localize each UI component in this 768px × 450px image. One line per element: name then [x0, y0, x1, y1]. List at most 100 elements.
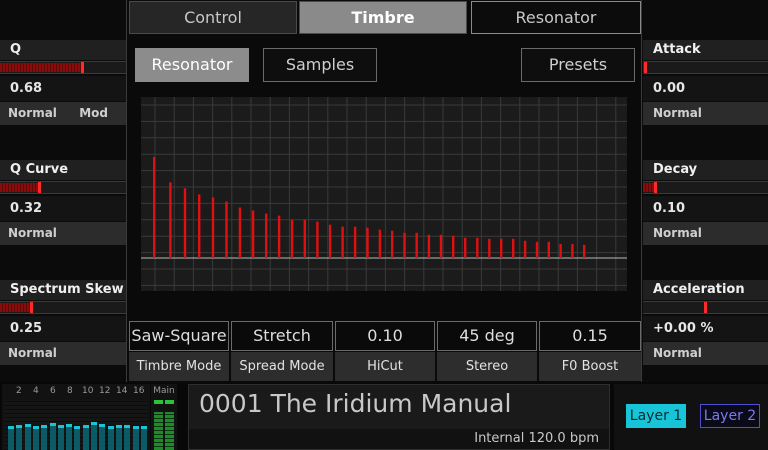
param-acceleration-value[interactable]: +0.00 %	[643, 316, 768, 341]
timbre-panel: Control Timbre Resonator Resonator Sampl…	[126, 0, 642, 382]
harmonic-bar	[476, 237, 479, 258]
spectrum-bars	[153, 157, 586, 259]
meter-channel-numbers: 2 4 6 8 10 12 14 16	[2, 384, 150, 398]
subtab-samples[interactable]: Samples	[263, 48, 377, 82]
param-spectrum-skew-name: Spectrum Skew	[0, 280, 126, 300]
param-acceleration-bar[interactable]	[643, 301, 768, 314]
param-q-mod-label[interactable]: Mod	[79, 102, 108, 125]
ctrl-stereo[interactable]: 45 deg Stereo	[437, 319, 537, 382]
channel-meter-peak	[8, 426, 14, 429]
harmonic-bar	[169, 182, 172, 259]
harmonic-bar	[547, 241, 550, 258]
param-q-fill	[0, 63, 83, 72]
channel-meter-peak	[82, 425, 89, 428]
meter-leds	[4, 400, 148, 450]
param-acceleration-mode[interactable]: Normal	[643, 342, 768, 365]
harmonic-bar	[500, 238, 503, 258]
layer-1-button[interactable]: Layer 1	[626, 404, 686, 428]
param-q-bar[interactable]	[0, 61, 126, 74]
harmonic-bar	[488, 238, 491, 258]
preset-name[interactable]: 0001 The Iridium Manual	[199, 389, 511, 418]
harmonic-bar	[583, 244, 586, 258]
param-attack-value[interactable]: 0.00	[643, 76, 768, 101]
spread-mode-value[interactable]: Stretch	[231, 321, 333, 351]
ctrl-spread-mode[interactable]: Stretch Spread Mode	[231, 319, 333, 382]
param-decay-bar[interactable]	[643, 181, 768, 194]
hicut-value[interactable]: 0.10	[335, 321, 435, 351]
param-q-name: Q	[0, 40, 126, 60]
param-acceleration-marker	[704, 302, 707, 313]
main-meter-peak-r	[165, 400, 174, 404]
channel-meter-peak	[16, 425, 23, 428]
tab-resonator[interactable]: Resonator	[471, 1, 641, 34]
param-decay-value[interactable]: 0.10	[643, 196, 768, 221]
timbre-controls-row: Saw-Square Timbre Mode Stretch Spread Mo…	[127, 319, 643, 382]
channel-meter-bar	[66, 424, 73, 450]
tempo-readout[interactable]: Internal 120.0 bpm	[474, 431, 599, 446]
harmonic-bar	[512, 238, 515, 258]
param-q-curve-fill	[0, 183, 40, 192]
timbre-mode-value[interactable]: Saw-Square	[129, 321, 229, 351]
param-attack-mode[interactable]: Normal	[643, 102, 768, 125]
spread-mode-label: Spread Mode	[231, 352, 333, 381]
param-attack-name: Attack	[643, 40, 768, 60]
param-q-curve-mode[interactable]: Normal	[0, 222, 126, 245]
param-q-curve-value[interactable]: 0.32	[0, 196, 126, 221]
harmonic-bar	[366, 227, 369, 258]
channel-meter-peak	[66, 424, 73, 427]
channel-meter-bar	[140, 426, 147, 450]
param-decay-name: Decay	[643, 160, 768, 180]
harmonic-bar	[403, 232, 406, 259]
harmonic-bar	[225, 201, 228, 258]
param-q-mode-label: Normal	[8, 106, 57, 120]
channel-meter-peak	[99, 424, 106, 427]
preset-display[interactable]: 0001 The Iridium Manual Internal 120.0 b…	[188, 384, 610, 450]
param-q-marker	[81, 62, 84, 73]
param-q-curve-name: Q Curve	[0, 160, 126, 180]
meter-channel-label: 8	[67, 386, 73, 396]
meter-channel-label: 6	[50, 386, 56, 396]
channel-meter-bar	[115, 425, 122, 450]
stereo-value[interactable]: 45 deg	[437, 321, 537, 351]
channel-meter-peak	[124, 425, 131, 428]
param-q-curve-marker	[38, 182, 41, 193]
subtab-resonator[interactable]: Resonator	[135, 48, 249, 82]
channel-meter-bar	[124, 425, 131, 450]
tab-timbre[interactable]: Timbre	[299, 1, 467, 34]
param-spectrum-skew-value[interactable]: 0.25	[0, 316, 126, 341]
meter-channel-label: 12	[99, 386, 111, 396]
spectrum-svg	[141, 97, 627, 291]
layer-2-button[interactable]: Layer 2	[700, 404, 760, 428]
ctrl-hicut[interactable]: 0.10 HiCut	[335, 319, 435, 382]
ctrl-f0-boost[interactable]: 0.15 F0 Boost	[539, 319, 641, 382]
subtab-presets[interactable]: Presets	[521, 48, 635, 82]
param-spectrum-skew-bar[interactable]	[0, 301, 126, 314]
timbre-mode-label: Timbre Mode	[129, 352, 229, 381]
harmonic-spectrum-display[interactable]	[141, 97, 627, 291]
channel-meter-bar	[32, 426, 39, 450]
harmonic-bar	[415, 232, 418, 259]
bottom-bar: 2 4 6 8 10 12 14 16 Main 0001 The Iridiu…	[0, 382, 768, 450]
harmonic-bar	[290, 219, 294, 258]
channel-meter-peak	[32, 426, 39, 429]
harmonic-bar	[316, 221, 319, 258]
layer-selector: Layer 1 Layer 2	[614, 384, 768, 450]
f0-boost-value[interactable]: 0.15	[539, 321, 641, 351]
param-spectrum-skew-mode[interactable]: Normal	[0, 342, 126, 365]
channel-meter-peak	[41, 425, 48, 428]
harmonic-bar	[303, 219, 306, 258]
param-decay-mode[interactable]: Normal	[643, 222, 768, 245]
channel-meter-bar	[132, 426, 139, 450]
param-q-curve-bar[interactable]	[0, 181, 126, 194]
tab-control[interactable]: Control	[129, 1, 297, 34]
param-q-mode[interactable]: Normal Mod	[0, 102, 126, 125]
param-q-value[interactable]: 0.68	[0, 76, 126, 101]
channel-meter-bar	[99, 424, 106, 450]
ctrl-timbre-mode[interactable]: Saw-Square Timbre Mode	[129, 319, 229, 382]
harmonic-bar	[211, 197, 215, 258]
param-attack-bar[interactable]	[643, 61, 768, 74]
harmonic-bar	[535, 241, 539, 258]
hicut-label: HiCut	[335, 352, 435, 381]
meter-channel-label: 4	[33, 386, 39, 396]
channel-meter-peak	[140, 426, 147, 429]
